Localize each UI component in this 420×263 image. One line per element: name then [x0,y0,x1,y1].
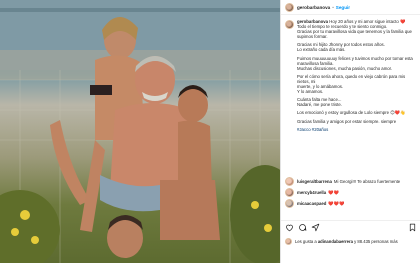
commenter-avatar[interactable] [285,199,294,208]
bookmark-icon[interactable] [408,223,417,232]
caption-line: Por el cómo sería ahora, quedo en viejo … [297,73,406,84]
likes-prefix: Les gusta a [295,239,317,244]
comment-item: micaacaspaed ❤️❤️❤️ [285,198,417,209]
caption-line: Fuimos muuuuuuuuy felices y tuvimos much… [297,55,413,61]
liker-username[interactable]: adinandabaerrera [318,239,353,244]
caption-text: gerobarbanova Hoy 20 años y mi amor sigu… [297,19,415,132]
comment-text: ❤️❤️ [328,189,339,195]
comments-list: luisgeraltbarrena Mi Georgi!!! Te abrazo… [285,176,417,209]
commenter-username[interactable]: luisgeraltbarrena [297,179,332,184]
commenter-username[interactable]: micaacaspaed [297,201,326,206]
post-actions-bar [281,220,420,234]
author-username[interactable]: gerobarbanova [297,5,330,10]
comment-item: mercyb4ruella ❤️❤️ [285,187,417,198]
likes-summary[interactable]: Les gusta a adinandabaerrera y 88.435 pe… [285,238,398,245]
comment-item: luisgeraltbarrena Mi Georgi!!! Te abrazo… [285,176,417,187]
comment-text: Mi Georgi!!! Te abrazo fuertemente [333,179,401,184]
commenter-avatar[interactable] [285,177,294,186]
family-photo-illustration [0,0,280,263]
liker-avatar [285,238,292,245]
comment-text: ❤️❤️❤️ [328,200,345,206]
post-header: gerobarbanova • Seguir [281,0,420,15]
likes-suffix: y 88.435 personas más [354,239,398,244]
caption-block: gerobarbanova Hoy 20 años y mi amor sigu… [281,15,420,132]
paper-plane-icon[interactable] [311,223,320,232]
heart-outline-icon[interactable] [285,223,294,232]
caption-author-avatar[interactable] [285,20,294,29]
follow-button[interactable]: Seguir [336,5,350,10]
commenter-username[interactable]: mercyb4ruella [297,190,326,195]
instagram-post-view: gerobarbanova • Seguir gerobarbanova Hoy… [0,0,420,263]
comment-icon[interactable] [298,223,307,232]
post-photo[interactable] [0,0,280,263]
caption-hashtags[interactable]: #Jacco #20años [297,127,415,132]
author-avatar[interactable] [285,2,294,12]
post-sidebar: gerobarbanova • Seguir gerobarbanova Hoy… [280,0,420,263]
header-separator: • [332,4,334,10]
commenter-avatar[interactable] [285,188,294,197]
caption-line: Los emocionó y estoy orgullosa de Lolo s… [297,110,406,116]
